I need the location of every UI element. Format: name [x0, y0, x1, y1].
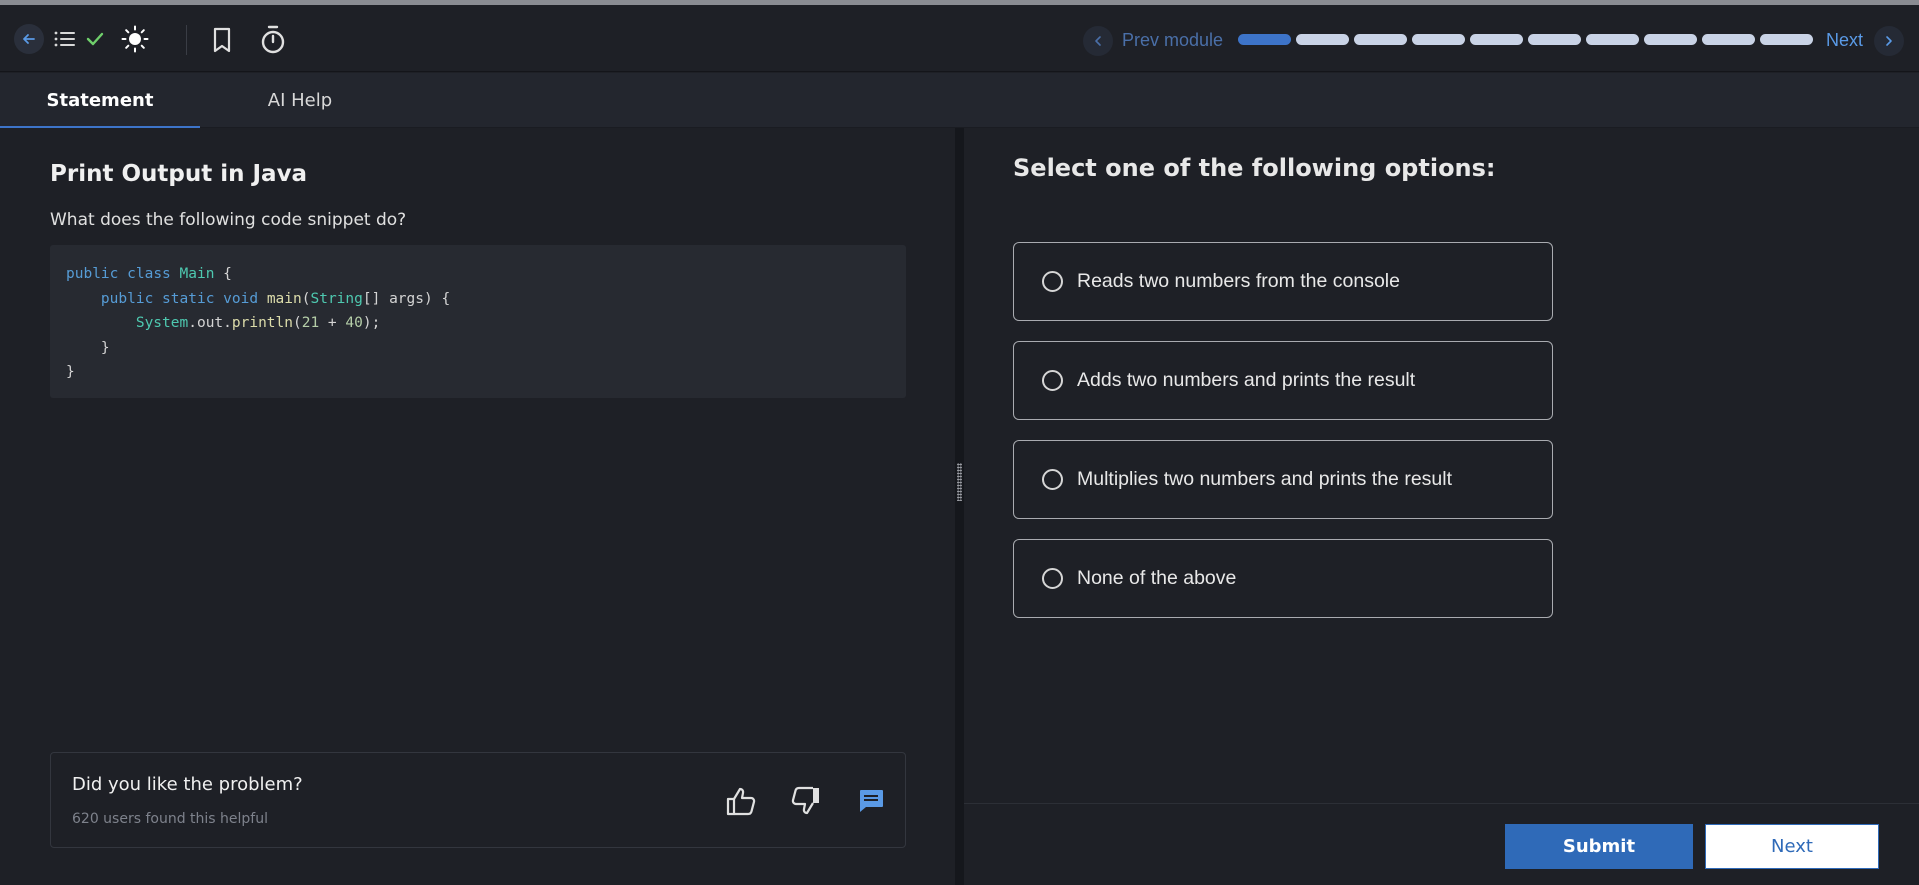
code-line: } [66, 364, 75, 380]
code-token: Main [179, 266, 215, 282]
back-arrow-icon[interactable] [14, 24, 44, 54]
code-token: System [135, 315, 189, 331]
progress-segment[interactable] [1354, 34, 1407, 45]
code-token: ); [362, 315, 381, 331]
code-token: class [127, 266, 171, 282]
option-label: Adds two numbers and prints the result [1077, 369, 1416, 391]
next-chevron-icon[interactable] [1874, 26, 1904, 56]
radio-icon[interactable] [1042, 370, 1063, 391]
progress-segment[interactable] [1586, 34, 1639, 45]
footer-divider [964, 803, 1919, 804]
option-2[interactable]: Adds two numbers and prints the result [1013, 341, 1553, 420]
radio-icon[interactable] [1042, 469, 1063, 490]
option-label: Reads two numbers from the console [1077, 270, 1400, 292]
stopwatch-icon[interactable] [258, 24, 288, 56]
pane-divider[interactable] [955, 128, 964, 885]
thumbs-up-icon[interactable] [723, 783, 759, 819]
code-line: } [66, 339, 110, 356]
bookmark-icon[interactable] [208, 25, 236, 55]
radio-icon[interactable] [1042, 568, 1063, 589]
module-progress-bar [1238, 34, 1813, 45]
tab-bar: Statement AI Help [0, 73, 1919, 129]
option-label: None of the above [1077, 567, 1237, 589]
progress-segment[interactable] [1702, 34, 1755, 45]
code-token: void [223, 290, 259, 307]
code-token: 40 [345, 315, 363, 331]
resize-grip-icon[interactable] [957, 463, 962, 501]
code-token: { [214, 266, 232, 282]
progress-segment[interactable] [1760, 34, 1813, 45]
option-label: Multiplies two numbers and prints the re… [1077, 468, 1453, 490]
progress-segment[interactable] [1412, 34, 1465, 45]
feedback-card: Did you like the problem? 620 users foun… [50, 752, 906, 848]
next-module-link[interactable]: Next [1826, 30, 1863, 51]
toolbar-separator [186, 25, 187, 55]
code-line: System.out.println(21 + 40); [66, 311, 890, 336]
option-4[interactable]: None of the above [1013, 539, 1553, 618]
thumbs-down-icon[interactable] [788, 783, 824, 819]
code-token: ( [293, 315, 302, 331]
progress-segment[interactable] [1296, 34, 1349, 45]
progress-segment[interactable] [1238, 34, 1291, 45]
code-token: public [66, 266, 119, 282]
submit-button[interactable]: Submit [1505, 824, 1693, 869]
code-token: [] args) { [362, 290, 451, 307]
option-1[interactable]: Reads two numbers from the console [1013, 242, 1553, 321]
sun-icon[interactable] [119, 24, 151, 54]
feedback-question: Did you like the problem? [72, 774, 303, 795]
options-heading: Select one of the following options: [1013, 154, 1496, 182]
code-token: 21 [301, 315, 320, 331]
code-token: + [319, 315, 346, 331]
progress-segment[interactable] [1528, 34, 1581, 45]
code-token: String [310, 290, 363, 307]
problem-description: What does the following code snippet do? [50, 210, 407, 230]
answer-pane: Select one of the following options: Rea… [964, 128, 1919, 885]
code-token: main [266, 290, 302, 307]
statement-pane: Print Output in Java What does the follo… [0, 128, 955, 885]
helpful-count: 620 users found this helpful [72, 811, 268, 827]
code-line: public class Main { [66, 262, 890, 287]
code-token: .out. [188, 315, 232, 331]
option-3[interactable]: Multiplies two numbers and prints the re… [1013, 440, 1553, 519]
prev-chevron-icon[interactable] [1083, 26, 1113, 56]
problem-title: Print Output in Java [50, 161, 308, 187]
code-token: public [100, 290, 154, 307]
next-button[interactable]: Next [1705, 824, 1879, 869]
tab-ai-help[interactable]: AI Help [200, 73, 400, 128]
comment-icon[interactable] [853, 783, 889, 819]
check-icon [82, 26, 108, 52]
prev-module-link[interactable]: Prev module [1122, 30, 1223, 51]
top-toolbar: Prev module Next [0, 5, 1919, 72]
code-line: public static void main(String[] args) { [66, 287, 890, 312]
progress-segment[interactable] [1644, 34, 1697, 45]
tab-statement[interactable]: Statement [0, 73, 200, 129]
code-token: static [162, 290, 215, 307]
list-icon[interactable] [52, 26, 78, 52]
code-snippet: public class Main { public static void m… [50, 245, 906, 398]
code-token: println [231, 315, 293, 331]
radio-icon[interactable] [1042, 271, 1063, 292]
progress-segment[interactable] [1470, 34, 1523, 45]
